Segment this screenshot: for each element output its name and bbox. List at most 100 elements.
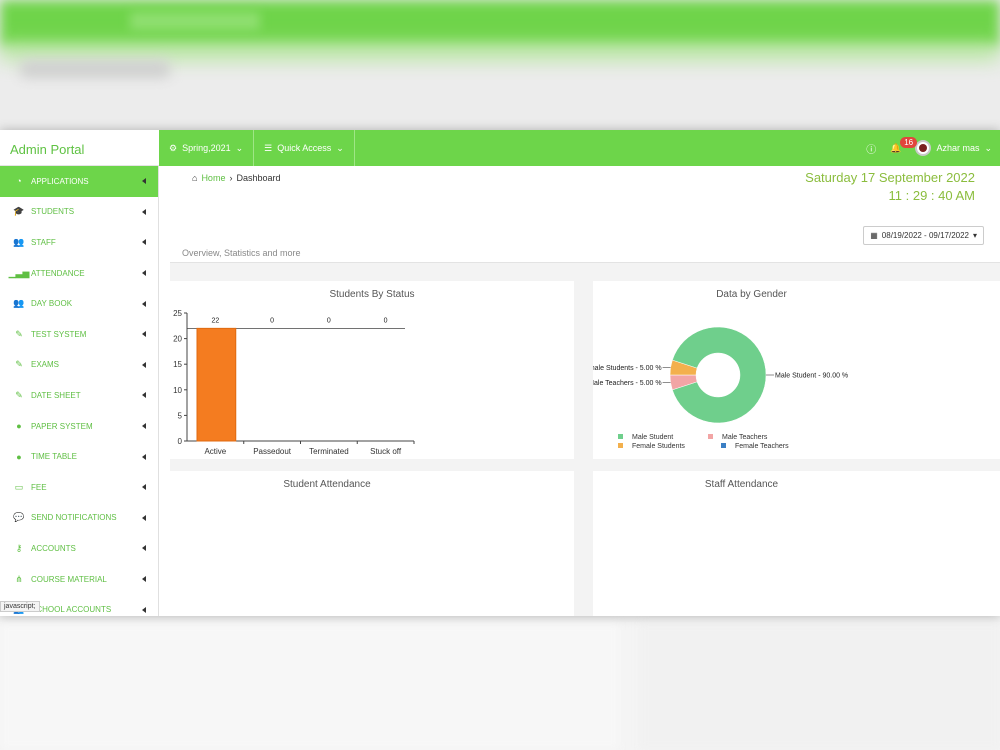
main-content: ⌂ Home › Dashboard Saturday 17 September… (170, 166, 1000, 616)
blur-left (0, 622, 620, 750)
breadcrumb-current: Dashboard (236, 173, 281, 183)
edit-icon: ✎ (15, 328, 23, 339)
avatar-inner (919, 144, 928, 152)
chevron-down-icon: ⌄ (984, 142, 992, 153)
sidebar-item-label: EXAMS (31, 360, 60, 370)
caret-left-icon (142, 270, 146, 277)
chevron-down-icon: ⌄ (336, 142, 344, 153)
session-label: Spring,2021 (182, 143, 231, 153)
session-dropdown[interactable]: ⚙ Spring,2021 ⌄ (159, 130, 255, 166)
signal-icon: ▁▃▅ (8, 267, 30, 278)
x-tick-label: Stuck off (370, 447, 402, 456)
bar-value-label: 0 (327, 317, 331, 324)
legend-swatch (721, 443, 726, 448)
graduation-cap-icon: 🎓 (13, 206, 25, 217)
gender-donut-chart: Male Student - 90.00 % Male Teachers - 5.… (593, 326, 848, 450)
x-tick-label: Terminated (309, 447, 349, 456)
blurred-background-bottom (0, 622, 1000, 750)
callout-label: Female Students - 5.00 % (593, 365, 662, 372)
globe-icon: ● (16, 421, 22, 432)
brand-title[interactable]: Admin Portal (0, 130, 159, 166)
credit-card-icon: ▭ (14, 481, 24, 492)
caret-left-icon (142, 514, 146, 521)
user-menu[interactable]: Azhar mas ⌄ (915, 140, 992, 156)
y-tick-label: 0 (178, 437, 183, 446)
y-tick-label: 15 (173, 360, 182, 369)
caret-left-icon (142, 239, 146, 246)
sidebar-item-day-book[interactable]: 👥 DAY BOOK (0, 288, 158, 319)
legend-label: Female Students (632, 443, 685, 450)
date-range-value: 08/19/2022 - 09/17/2022 (881, 231, 969, 240)
blur-smudge (20, 60, 170, 78)
status-bar-chart: 0 5 10 15 20 25 22 Active 0 Passedout 0 Terminated 0… (173, 309, 415, 456)
blur-right (640, 622, 1000, 750)
date-time-display: Saturday 17 September 2022 11 : 29 : 40 … (805, 169, 975, 205)
sidebar-item-test-system[interactable]: ✎ TEST SYSTEM (0, 319, 158, 350)
page-header: ⌂ Home › Dashboard Saturday 17 September… (170, 166, 1000, 263)
legend-label: Male Teachers (722, 434, 768, 441)
page-subtitle: Overview, Statistics and more (182, 248, 301, 258)
chevron-down-icon: ⌄ (235, 142, 244, 153)
y-tick-label: 5 (178, 411, 183, 420)
staff-attendance-panel: Staff Attendance (593, 471, 1000, 616)
sidebar-item-students[interactable]: 🎓 STUDENTS (0, 197, 158, 228)
sidebar-item-applications[interactable]: ◔ APPLICATIONS (0, 166, 158, 197)
quick-access-dropdown[interactable]: ☰ Quick Access ⌄ (254, 130, 355, 166)
users-icon: 👥 (13, 298, 25, 309)
sidebar-item-accounts[interactable]: ⚷ ACCOUNTS (0, 533, 158, 564)
home-icon: ⌂ (192, 173, 198, 183)
legend-swatch (618, 434, 623, 439)
sidebar-item-date-sheet[interactable]: ✎ DATE SHEET (0, 380, 158, 411)
caret-left-icon (142, 423, 146, 430)
sidebar-item-label: TIME TABLE (31, 452, 77, 462)
sidebar-item-label: STUDENTS (31, 207, 75, 217)
menu-icon: ☰ (264, 142, 273, 153)
sidebar-item-label: FEE (31, 482, 47, 492)
sidebar-item-staff[interactable]: 👥 STAFF (0, 227, 158, 258)
sidebar-item-label: DATE SHEET (31, 390, 81, 400)
sidebar-item-exams[interactable]: ✎ EXAMS (0, 350, 158, 381)
key-icon: ⚷ (15, 542, 23, 553)
calendar-icon: ▦ (870, 231, 878, 240)
x-tick-label: Passedout (253, 447, 292, 456)
sidebar: ◔ APPLICATIONS 🎓 STUDENTS 👥 STAFF ▁▃▅ ATTEND… (0, 166, 159, 616)
sidebar-item-label: PAPER SYSTEM (31, 421, 93, 431)
sidebar-item-time-table[interactable]: ● TIME TABLE (0, 441, 158, 472)
user-name: Azhar mas (936, 143, 980, 153)
quick-access-label: Quick Access (277, 143, 332, 153)
edit-icon: ✎ (15, 359, 23, 370)
bar-value-label: 0 (384, 317, 388, 324)
sidebar-item-label: APPLICATIONS (31, 176, 89, 186)
y-tick-label: 10 (173, 386, 182, 395)
globe-icon: ● (16, 451, 22, 462)
legend-swatch (618, 443, 623, 448)
status-chart-panel: Students By Status 0 5 10 15 20 25 22 Active 0 Pa… (170, 281, 574, 459)
bar-active (196, 327, 237, 442)
sidebar-item-send-notifications[interactable]: 💬 SEND NOTIFICATIONS (0, 503, 158, 534)
sidebar-item-course-material[interactable]: ⋔ COURSE MATERIAL (0, 564, 158, 595)
sidebar-item-label: ACCOUNTS (31, 543, 76, 553)
sidebar-item-label: STAFF (31, 237, 56, 247)
caret-down-icon: ▾ (972, 231, 977, 240)
sidebar-item-label: SEND NOTIFICATIONS (31, 513, 117, 523)
caret-left-icon (142, 576, 146, 583)
notification-bell[interactable]: 🔔 16 (890, 136, 918, 154)
breadcrumb-home[interactable]: Home (201, 173, 225, 183)
help-icon[interactable]: ⓘ (866, 141, 876, 156)
sidebar-item-paper-system[interactable]: ● PAPER SYSTEM (0, 411, 158, 442)
caret-left-icon (142, 545, 146, 552)
gender-chart-panel: Data by Gender Male Student - 90.00 % Mal… (593, 281, 1000, 459)
top-bar: Admin Portal ⚙ Spring,2021 ⌄ ☰ Quick Acc… (0, 130, 1000, 166)
caret-left-icon (142, 392, 146, 399)
sitemap-icon: ⋔ (15, 573, 23, 584)
date-range-picker[interactable]: ▦ 08/19/2022 - 09/17/2022 ▾ (863, 226, 984, 245)
topbar-right: ⓘ 🔔 16 Azhar mas ⌄ (866, 130, 992, 166)
blur-bar-2 (0, 44, 1000, 58)
caret-left-icon (142, 453, 146, 460)
caret-left-icon (142, 208, 146, 215)
caret-left-icon (142, 331, 146, 338)
sidebar-item-attendance[interactable]: ▁▃▅ ATTENDANCE (0, 258, 158, 289)
status-bar-tooltip: javascript; (0, 601, 40, 612)
sidebar-item-label: ATTENDANCE (31, 268, 85, 278)
green-nav-bar: ⚙ Spring,2021 ⌄ ☰ Quick Access ⌄ ⓘ 🔔 16 … (159, 130, 1000, 166)
